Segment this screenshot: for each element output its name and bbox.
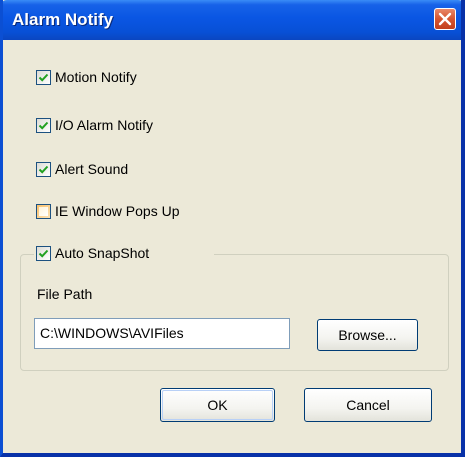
checkmark-icon xyxy=(38,165,49,174)
checkmark-icon xyxy=(38,73,49,82)
checkmark-icon xyxy=(38,121,49,130)
cancel-button[interactable]: Cancel xyxy=(304,388,432,422)
ok-button[interactable]: OK xyxy=(160,388,275,422)
io-alarm-notify-checkbox[interactable] xyxy=(36,118,51,133)
auto-snapshot-checkbox[interactable] xyxy=(36,246,51,261)
browse-button[interactable]: Browse... xyxy=(317,319,418,351)
io-alarm-notify-label: I/O Alarm Notify xyxy=(55,117,154,133)
dialog-title: Alarm Notify xyxy=(12,10,114,29)
checkmark-icon xyxy=(38,249,49,258)
snapshot-groupbox xyxy=(20,254,449,371)
ok-button-label: OK xyxy=(207,397,228,413)
ie-window-pops-up-label: IE Window Pops Up xyxy=(55,203,180,219)
alert-sound-label: Alert Sound xyxy=(55,161,129,177)
auto-snapshot-label: Auto SnapShot xyxy=(55,245,150,261)
title-bar[interactable]: Alarm Notify xyxy=(3,0,461,40)
file-path-input[interactable]: C:\WINDOWS\AVIFiles xyxy=(34,318,290,349)
close-icon xyxy=(438,12,452,26)
close-button[interactable] xyxy=(434,8,456,30)
file-path-label: File Path xyxy=(37,286,93,302)
motion-notify-checkbox[interactable] xyxy=(36,70,51,85)
motion-notify-label: Motion Notify xyxy=(55,69,137,85)
ie-window-pops-up-checkbox[interactable] xyxy=(36,204,51,219)
alarm-notify-dialog: Alarm Notify Motion Notify I/O Alarm Not… xyxy=(0,0,465,457)
alert-sound-checkbox[interactable] xyxy=(36,162,51,177)
